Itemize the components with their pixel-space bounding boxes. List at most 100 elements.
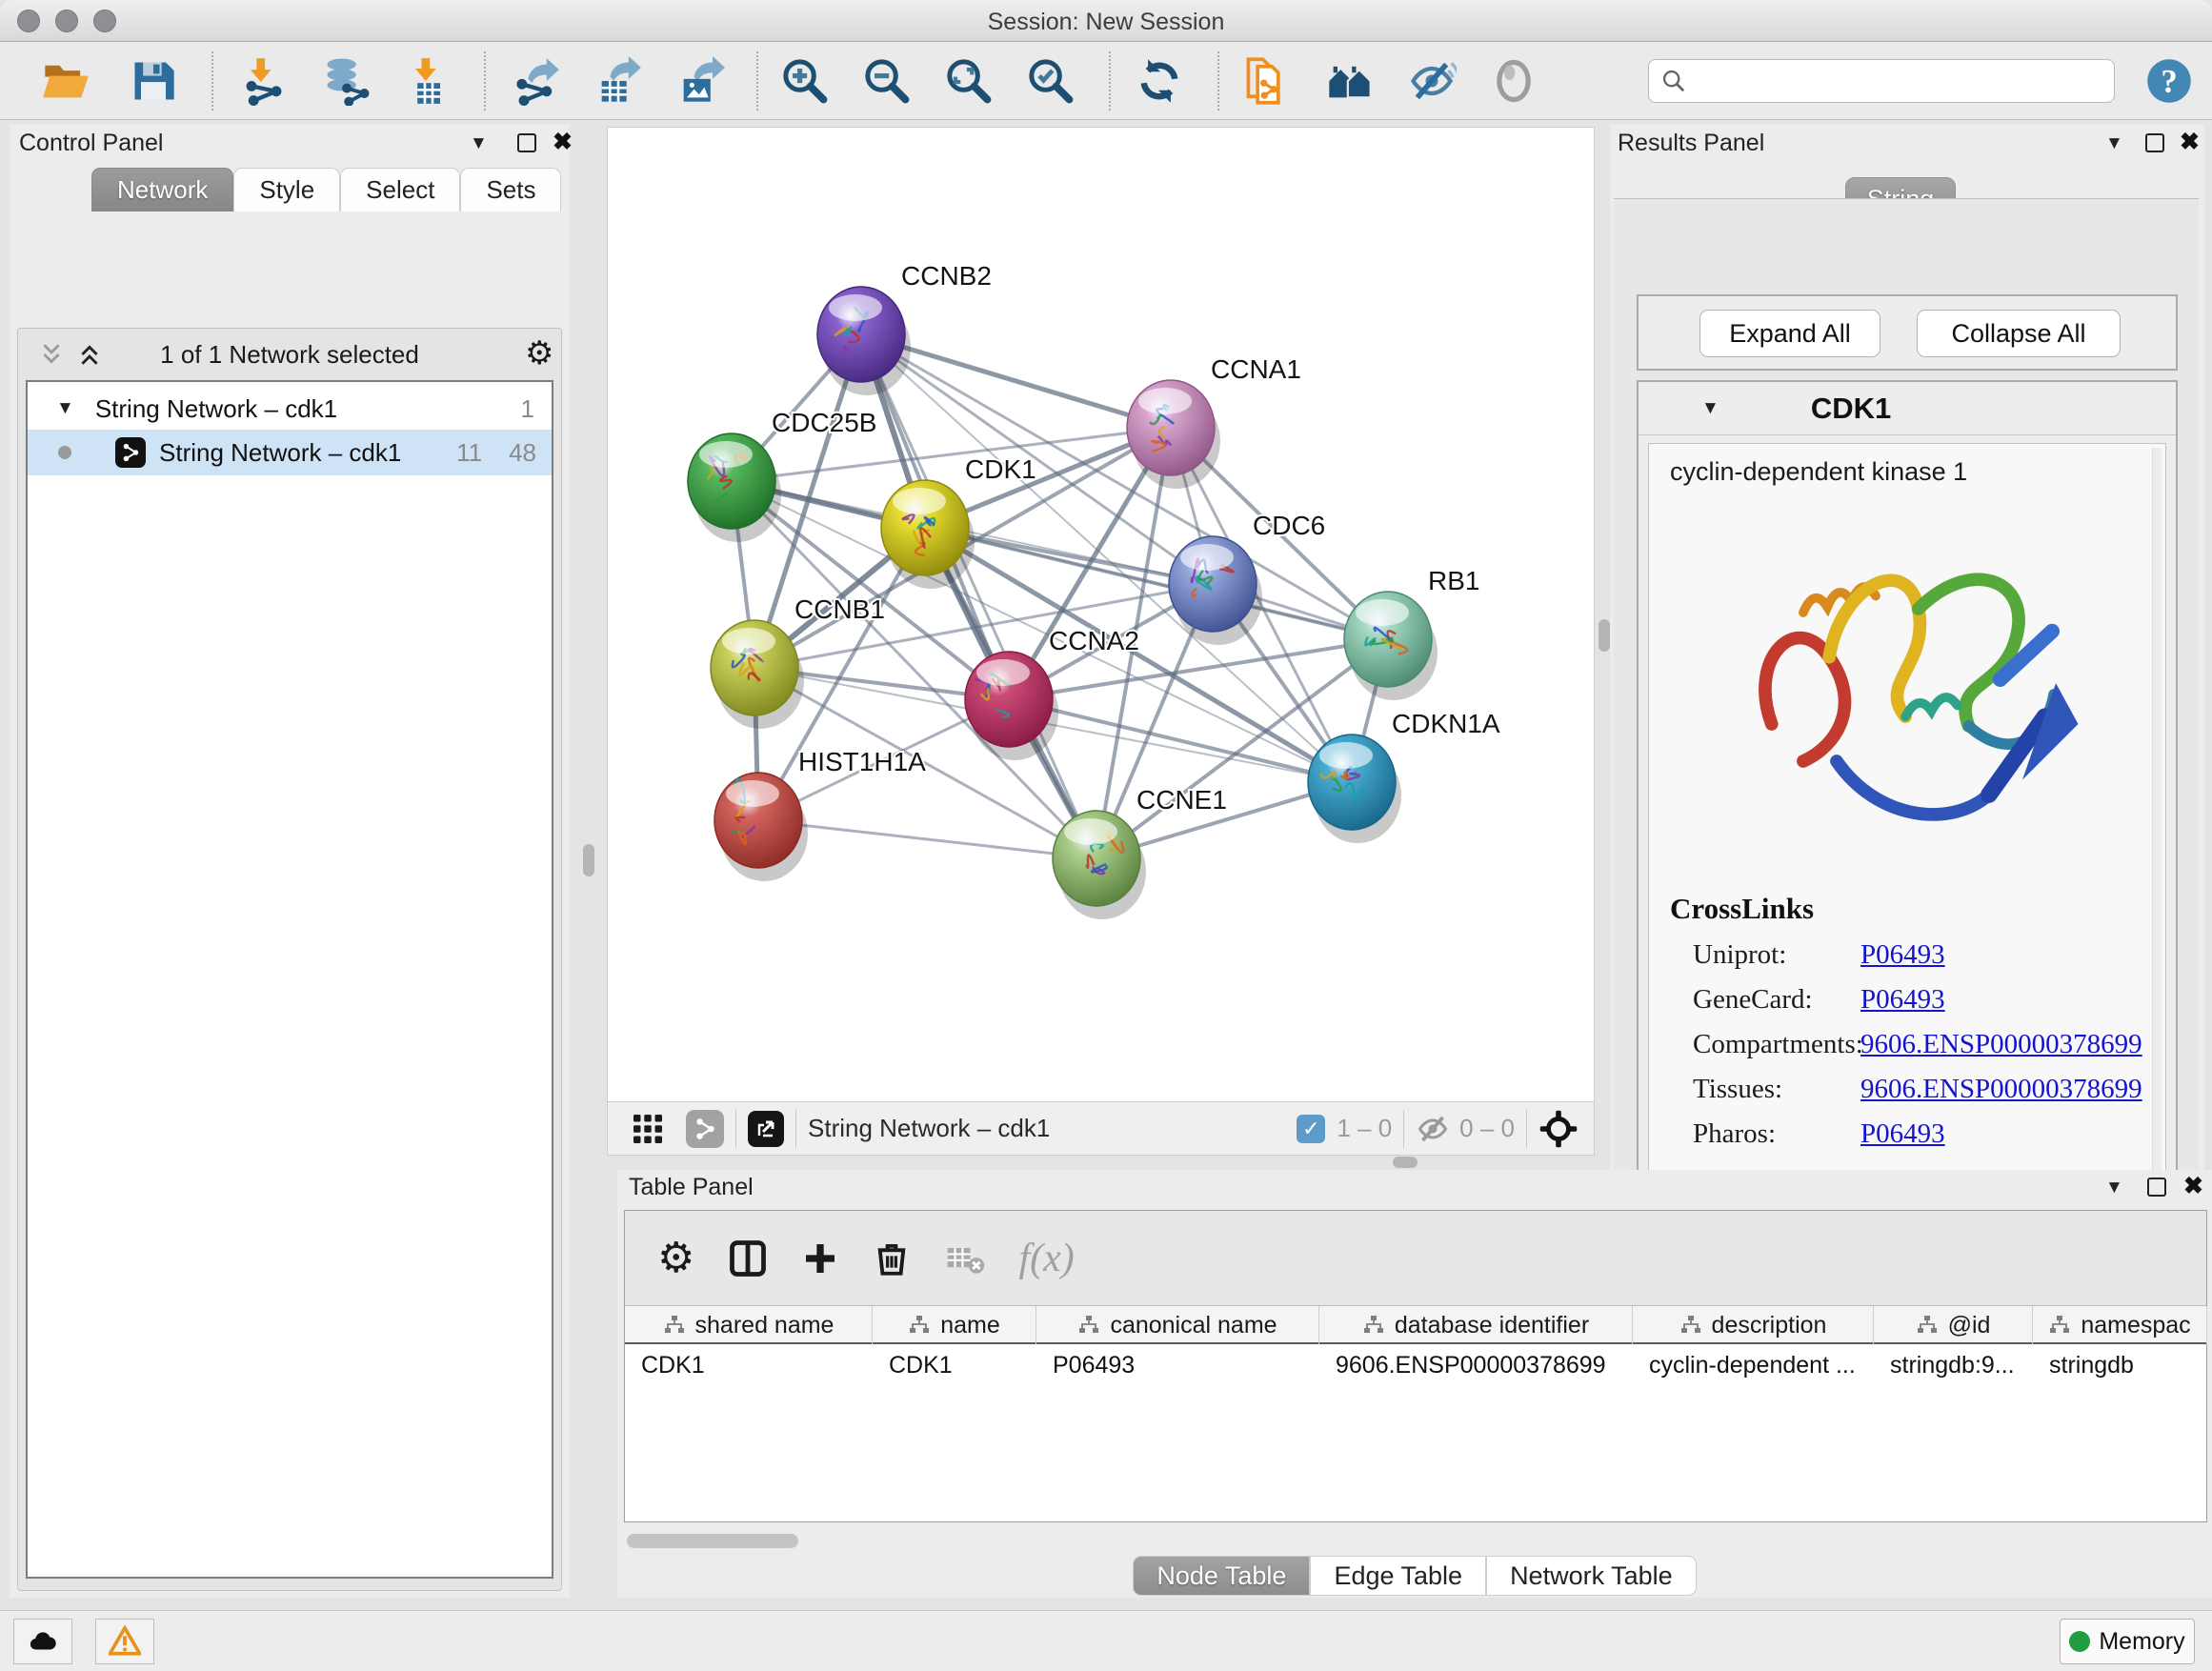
column-header-canonical-name[interactable]: canonical name	[1036, 1306, 1319, 1344]
tab-network-table[interactable]: Network Table	[1486, 1556, 1697, 1596]
tab-select[interactable]: Select	[340, 168, 460, 211]
horizontal-splitter-handle[interactable]	[1393, 1157, 1418, 1168]
show-columns-icon[interactable]	[727, 1238, 769, 1279]
float-panel-icon[interactable]	[517, 133, 536, 152]
import-network-button[interactable]	[236, 54, 292, 108]
vertical-splitter-handle[interactable]	[1599, 619, 1610, 652]
node-label-CDK1: CDK1	[965, 454, 1036, 484]
cell-namespac[interactable]: stringdb	[2033, 1346, 2207, 1384]
create-column-plus-icon[interactable]	[801, 1239, 839, 1278]
zoom-fit-button[interactable]	[941, 54, 996, 108]
save-session-button[interactable]	[126, 54, 181, 108]
tab-node-table[interactable]: Node Table	[1133, 1556, 1310, 1596]
collapse-all-button[interactable]: Collapse All	[1917, 310, 2121, 357]
cell-name[interactable]: CDK1	[873, 1346, 1036, 1384]
export-table-button[interactable]	[591, 54, 646, 108]
column-header-name[interactable]: name	[873, 1306, 1036, 1344]
tab-sets[interactable]: Sets	[460, 168, 561, 211]
column-header-database-identifier[interactable]: database identifier	[1319, 1306, 1633, 1344]
hide-unhide-button[interactable]	[1404, 54, 1459, 108]
import-network-from-database-button[interactable]	[318, 54, 373, 108]
network-node-CDK1[interactable]: CDK1	[881, 454, 1036, 589]
collapse-entry-icon[interactable]: ▼	[1701, 398, 1719, 419]
refresh-button[interactable]	[1132, 54, 1187, 108]
crosslink-link[interactable]: 9606.ENSP00000378699	[1860, 1074, 2142, 1105]
crosslinks-section: CrossLinks Uniprot:P06493GeneCard:P06493…	[1670, 892, 2142, 1150]
tree-collapse-icon[interactable]: ▼	[56, 398, 74, 419]
export-network-button[interactable]	[509, 54, 564, 108]
crosslink-link[interactable]: P06493	[1860, 939, 1945, 971]
memory-button[interactable]: Memory	[2060, 1619, 2195, 1664]
network-edge-CCNB2-CCNE1[interactable]	[861, 334, 1096, 858]
cell-database-identifier[interactable]: 9606.ENSP00000378699	[1319, 1346, 1633, 1384]
network-node-CDKN1A[interactable]: CDKN1A	[1308, 709, 1500, 843]
close-panel-icon[interactable]: ✖	[553, 128, 573, 156]
share-document-button[interactable]	[1240, 54, 1296, 108]
table-export-icon	[593, 56, 643, 106]
help-button[interactable]: ?	[2142, 54, 2197, 108]
float-panel-icon[interactable]	[2147, 1178, 2166, 1197]
console-button[interactable]	[13, 1619, 72, 1664]
network-tree-root-row[interactable]: ▼ String Network – cdk1 1	[28, 388, 552, 430]
cell--id[interactable]: stringdb:9...	[1874, 1346, 2033, 1384]
network-node-CCNB1[interactable]: CCNB1	[711, 594, 885, 729]
delete-table-icon[interactable]	[944, 1238, 986, 1279]
network-node-CDC6[interactable]: CDC6	[1169, 511, 1325, 645]
vertical-splitter-handle[interactable]	[583, 844, 594, 876]
search-input[interactable]	[1695, 68, 2095, 94]
network-node-CCNE1[interactable]: CCNE1	[1053, 785, 1227, 919]
table-horizontal-scrollbar[interactable]	[627, 1534, 798, 1548]
grid-view-icon[interactable]	[631, 1112, 665, 1146]
tab-edge-table[interactable]: Edge Table	[1310, 1556, 1486, 1596]
network-edge-HIST1H1A-CCNE1[interactable]	[758, 820, 1096, 858]
expand-all-button[interactable]: Expand All	[1699, 310, 1880, 357]
zoom-out-button[interactable]	[859, 54, 915, 108]
column-header-namespac[interactable]: namespac	[2033, 1306, 2207, 1344]
options-gear-icon[interactable]: ⚙	[525, 334, 553, 372]
tab-style[interactable]: Style	[233, 168, 340, 211]
import-table-button[interactable]	[400, 54, 455, 108]
node-result-header[interactable]: ▼ CDK1	[1639, 382, 2176, 435]
float-panel-icon[interactable]	[2145, 133, 2164, 152]
network-node-HIST1H1A[interactable]: HIST1H1A	[714, 747, 926, 881]
close-panel-icon[interactable]: ✖	[2183, 1172, 2203, 1200]
cell-description[interactable]: cyclin-dependent ...	[1633, 1346, 1874, 1384]
cell-shared-name[interactable]: CDK1	[625, 1346, 873, 1384]
birds-eye-crosshair-icon[interactable]	[1538, 1109, 1579, 1149]
node-label-HIST1H1A: HIST1H1A	[798, 747, 926, 776]
network-node-CCNB2[interactable]: CCNB2	[817, 261, 992, 395]
results-scrollbar-track[interactable]	[2152, 448, 2162, 1172]
crosslink-link[interactable]: P06493	[1860, 984, 1945, 1016]
close-panel-icon[interactable]: ✖	[2180, 128, 2200, 156]
open-in-window-button[interactable]	[748, 1111, 784, 1147]
network-node-RB1[interactable]: RB1	[1344, 566, 1479, 700]
table-options-gear-icon[interactable]: ⚙	[657, 1234, 694, 1282]
network-tree-child-row[interactable]: String Network – cdk1 11 48	[28, 430, 552, 475]
tab-network[interactable]: Network	[91, 168, 233, 211]
panel-menu-icon[interactable]: ▼	[2105, 133, 2123, 154]
home-button[interactable]	[1322, 54, 1377, 108]
panel-menu-icon[interactable]: ▼	[2105, 1178, 2123, 1198]
delete-column-trash-icon[interactable]	[872, 1238, 912, 1278]
column-header--id[interactable]: @id	[1874, 1306, 2033, 1344]
network-node-CCNA2[interactable]: CCNA2	[965, 626, 1139, 760]
search-bar[interactable]	[1648, 59, 2115, 103]
cell-canonical-name[interactable]: P06493	[1036, 1346, 1319, 1384]
export-image-button[interactable]	[673, 54, 728, 108]
network-share-icon[interactable]	[686, 1110, 724, 1148]
column-header-description[interactable]: description	[1633, 1306, 1874, 1344]
panel-menu-icon[interactable]: ▼	[470, 133, 488, 154]
column-header-shared-name[interactable]: shared name	[625, 1306, 873, 1344]
crosslink-link[interactable]: P06493	[1860, 1118, 1945, 1150]
show-graphics-button[interactable]	[1486, 54, 1541, 108]
warnings-button[interactable]	[95, 1619, 154, 1664]
zoom-in-button[interactable]	[777, 54, 833, 108]
selected-checkbox-icon[interactable]: ✓	[1297, 1115, 1325, 1143]
open-session-button[interactable]	[38, 54, 93, 108]
eye-gray-icon	[1489, 56, 1538, 106]
zoom-selected-button[interactable]	[1023, 54, 1078, 108]
table-panel-title: Table Panel	[629, 1174, 754, 1200]
network-canvas[interactable]: CCNB2CCNA1CDC25BCDK1CDC6RB1CCNB1CCNA2CDK…	[608, 128, 1590, 1101]
crosslink-link[interactable]: 9606.ENSP00000378699	[1860, 1029, 2142, 1060]
function-builder-icon[interactable]: f(x)	[1018, 1236, 1074, 1281]
